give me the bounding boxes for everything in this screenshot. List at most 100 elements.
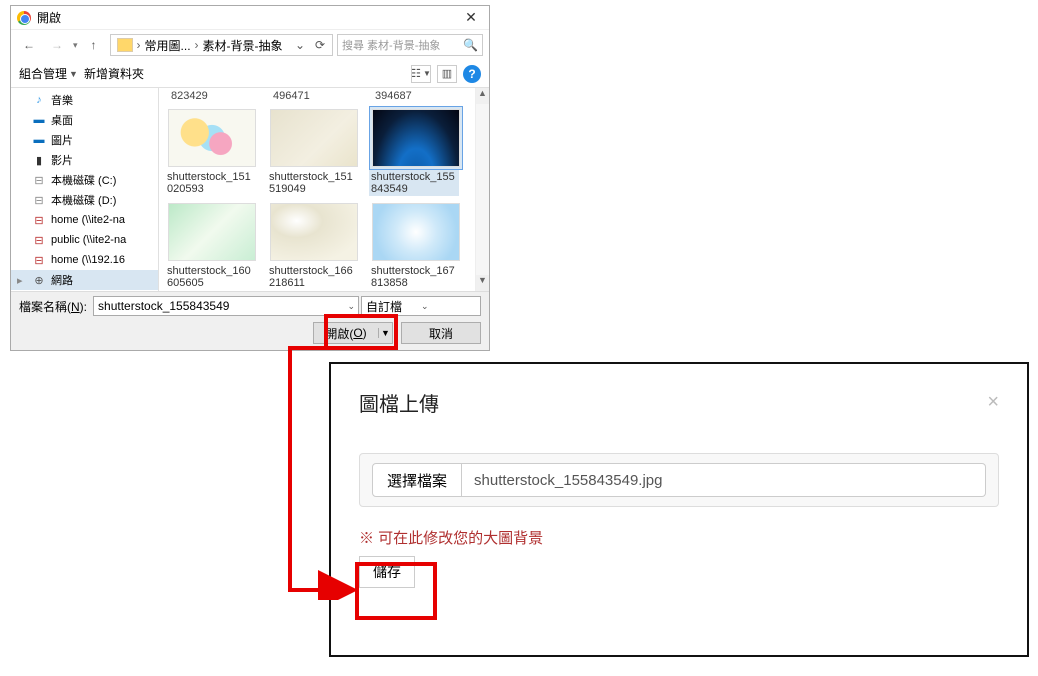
preview-pane-button[interactable]: ▥	[437, 65, 457, 83]
partial-filename: 496471	[273, 90, 367, 102]
organize-menu[interactable]: 組合管理▼	[19, 65, 78, 82]
view-options-button[interactable]: ☷▼	[411, 65, 431, 83]
tree-item-label: 本機磁碟 (D:)	[51, 192, 116, 208]
tree-item-icon: ▬	[31, 134, 47, 146]
tree-item[interactable]: ▬ 圖片	[11, 130, 158, 150]
tree-item-label: home (\\192.16	[51, 254, 125, 266]
dialog-close-button[interactable]: ✕	[457, 8, 485, 28]
chevron-down-icon: ▼	[69, 69, 78, 79]
upload-file-row: 選擇檔案 shutterstock_155843549.jpg	[359, 453, 999, 507]
file-thumbnail	[372, 203, 460, 261]
dialog-nav: ← → ▾ ↑ › 常用圖... › 素材-背景-抽象 ⌄ ⟳ 搜尋 素材-背景…	[11, 30, 489, 60]
nav-forward-button[interactable]: →	[45, 33, 69, 57]
tree-item[interactable]: ▬ 桌面	[11, 110, 158, 130]
nav-back-button[interactable]: ←	[17, 33, 41, 57]
tree-item-label: home (\\ite2-na	[51, 214, 125, 226]
file-type-filter[interactable]: 自訂檔⌄	[361, 296, 481, 316]
tree-item[interactable]: ⊟ 本機磁碟 (D:)	[11, 190, 158, 210]
tree-item-icon: ⊟	[31, 174, 47, 187]
tree-item-icon: ⊟	[31, 214, 47, 227]
breadcrumb-part[interactable]: 常用圖...	[141, 37, 195, 54]
tree-item-label: 圖片	[51, 132, 73, 148]
open-button[interactable]: 開啟(O) ▼	[313, 322, 393, 344]
open-button-dropdown[interactable]: ▼	[378, 328, 392, 338]
modal-title: 圖檔上傳	[359, 388, 987, 417]
search-placeholder: 搜尋 素材-背景-抽象	[342, 37, 463, 53]
tree-item[interactable]: ⊟ public (\\ite2-na	[11, 230, 158, 250]
selected-filename: shutterstock_155843549.jpg	[462, 463, 986, 497]
file-item[interactable]: shutterstock_151020593	[165, 106, 259, 196]
tree-item-label: 桌面	[51, 112, 73, 128]
modal-close-button[interactable]: ×	[987, 391, 999, 414]
partial-filename: 823429	[171, 90, 265, 102]
tree-item[interactable]: ⊟ 本機磁碟 (C:)	[11, 170, 158, 190]
tree-item-icon: ⊕	[31, 274, 47, 287]
tree-item[interactable]: ⊟ home (\\ite2-na	[11, 210, 158, 230]
choose-file-button[interactable]: 選擇檔案	[372, 463, 462, 497]
refresh-icon[interactable]: ⟳	[310, 38, 330, 52]
file-item[interactable]: shutterstock_166218611	[267, 200, 361, 290]
file-name-label: shutterstock_167813858	[369, 264, 459, 290]
tree-item[interactable]: ▸ ⊕ 網路	[11, 270, 158, 290]
file-thumbnail	[372, 109, 460, 167]
upload-note: ※ 可在此修改您的大圖背景	[359, 527, 999, 548]
scroll-up-button[interactable]: ▲	[476, 88, 489, 104]
tree-item-icon: ♪	[31, 94, 47, 106]
nav-dropdown-icon[interactable]: ▾	[73, 40, 78, 51]
search-input[interactable]: 搜尋 素材-背景-抽象 🔍	[337, 34, 483, 56]
tree-item[interactable]: ♪ 音樂	[11, 90, 158, 110]
dialog-footer: 檔案名稱(N): ⌄ 自訂檔⌄ 開啟(O) ▼ 取消	[11, 291, 489, 350]
file-thumbnail	[168, 109, 256, 167]
file-thumbnail	[270, 203, 358, 261]
tree-item-icon: ▬	[31, 114, 47, 126]
file-name-label: shutterstock_160605605	[165, 264, 255, 290]
new-folder-button[interactable]: 新增資料夾	[84, 65, 144, 82]
upload-modal: 圖檔上傳 × 選擇檔案 shutterstock_155843549.jpg ※…	[329, 362, 1029, 657]
tree-item[interactable]: ▮ 影片	[11, 150, 158, 170]
file-name-label: shutterstock_151020593	[165, 170, 255, 196]
tree-item-icon: ▮	[31, 154, 47, 167]
partial-filename: 394687	[375, 90, 469, 102]
save-button[interactable]: 儲存	[359, 556, 415, 588]
folder-icon	[117, 38, 133, 52]
help-button[interactable]: ?	[463, 65, 481, 83]
tree-item-label: public (\\ite2-na	[51, 234, 126, 246]
dialog-titlebar: 開啟 ✕	[11, 6, 489, 30]
search-icon: 🔍	[463, 38, 478, 52]
tree-item[interactable]: ⊟ home (\\192.16	[11, 250, 158, 270]
file-name-label: shutterstock_166218611	[267, 264, 357, 290]
scrollbar[interactable]: ▲ ▼	[475, 88, 489, 291]
dialog-body: ♪ 音樂 ▬ 桌面 ▬ 圖片 ▮ 影片 ⊟ 本機磁碟 (C:) ⊟ 本機磁碟 (D:) ⊟ home (\…	[11, 88, 489, 291]
file-list[interactable]: 823429 496471 394687 shutterstock_15102059…	[159, 88, 475, 291]
filename-label: 檔案名稱(N):	[19, 298, 87, 315]
tree-item-icon: ⊟	[31, 194, 47, 207]
scroll-down-button[interactable]: ▼	[476, 275, 489, 291]
file-item[interactable]: shutterstock_155843549	[369, 106, 463, 196]
tree-item-label: 網路	[51, 272, 73, 288]
folder-tree: ♪ 音樂 ▬ 桌面 ▬ 圖片 ▮ 影片 ⊟ 本機磁碟 (C:) ⊟ 本機磁碟 (D:) ⊟ home (\…	[11, 88, 159, 291]
tree-item-label: 音樂	[51, 92, 73, 108]
cancel-button[interactable]: 取消	[401, 322, 481, 344]
tree-arrow-icon: ▸	[17, 274, 27, 287]
file-name-label: shutterstock_151519049	[267, 170, 357, 196]
partial-filename-row: 823429 496471 394687	[165, 90, 469, 102]
filename-input[interactable]	[93, 296, 359, 316]
file-thumbnail	[270, 109, 358, 167]
tree-item-icon: ⊟	[31, 234, 47, 247]
file-item[interactable]: shutterstock_160605605	[165, 200, 259, 290]
scroll-track[interactable]	[476, 104, 489, 275]
breadcrumb[interactable]: › 常用圖... › 素材-背景-抽象 ⌄ ⟳	[110, 34, 333, 56]
nav-up-button[interactable]: ↑	[82, 33, 106, 57]
file-thumbnail	[168, 203, 256, 261]
file-item[interactable]: shutterstock_151519049	[267, 106, 361, 196]
dialog-title: 開啟	[37, 9, 457, 26]
tree-item-icon: ⊟	[31, 254, 47, 267]
tree-item-label: 影片	[51, 152, 73, 168]
file-item[interactable]: shutterstock_167813858	[369, 200, 463, 290]
tree-item-label: 本機磁碟 (C:)	[51, 172, 116, 188]
file-open-dialog: 開啟 ✕ ← → ▾ ↑ › 常用圖... › 素材-背景-抽象 ⌄ ⟳ 搜尋 …	[10, 5, 490, 351]
breadcrumb-dropdown-icon[interactable]: ⌄	[290, 38, 310, 52]
breadcrumb-part[interactable]: 素材-背景-抽象	[199, 37, 287, 54]
chrome-icon	[17, 11, 31, 25]
dialog-toolbar: 組合管理▼ 新增資料夾 ☷▼ ▥ ?	[11, 60, 489, 88]
